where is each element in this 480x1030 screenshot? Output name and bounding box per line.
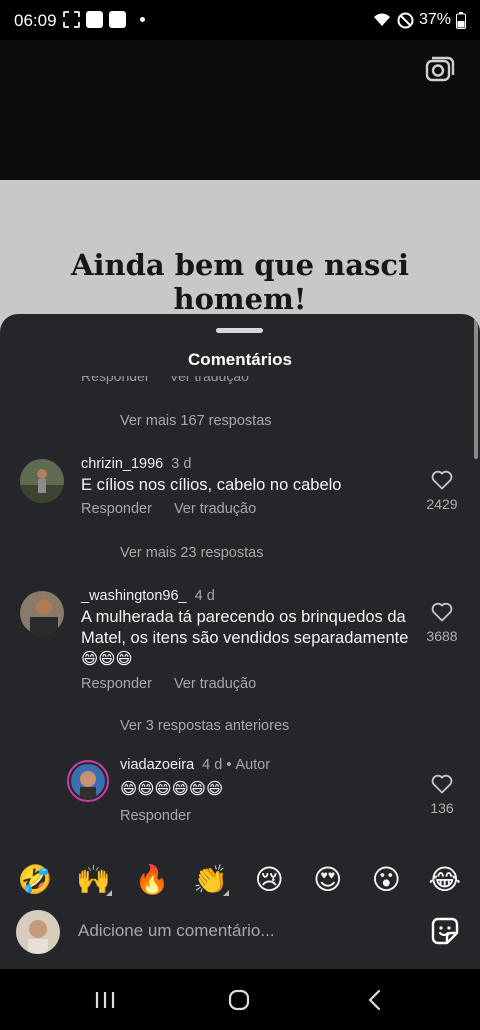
comment-age: 3 d — [171, 456, 192, 472]
reply-button[interactable]: Responder — [81, 376, 150, 384]
system-navigation-bar — [0, 969, 480, 1030]
reaction-heart-eyes-icon[interactable]: 😍 — [308, 863, 348, 896]
avatar[interactable] — [20, 459, 64, 503]
more-notifications-dot-icon — [140, 17, 145, 22]
translate-button[interactable]: Ver tradução — [174, 501, 256, 517]
reply-button[interactable]: Responder — [81, 501, 152, 517]
comment-text: 😄😄😄😄😄😄 — [120, 780, 224, 798]
comment-actions: Responder — [120, 808, 191, 824]
quick-reactions-bar: 🤣 🙌 🔥 👏 😢 😍 😮 😂 — [0, 854, 480, 904]
view-previous-replies-button[interactable]: Ver 3 respostas anteriores — [120, 718, 289, 734]
status-bar: 06:09 37% — [0, 0, 480, 40]
username-text[interactable]: _washington96_ — [81, 588, 187, 604]
translate-button[interactable]: Ver tradução — [170, 376, 249, 384]
view-more-replies-button[interactable]: Ver mais 23 respostas — [120, 545, 263, 561]
notification-icons — [63, 11, 145, 28]
reaction-surprised-icon[interactable]: 😮 — [366, 863, 406, 896]
skin-tone-indicator-icon — [222, 889, 229, 896]
separator-dot: • — [226, 757, 232, 773]
screenshot-icon — [63, 11, 80, 28]
username-text[interactable]: chrizin_1996 — [81, 456, 163, 472]
comment-username[interactable]: viadazoeira 4 d • Autor — [120, 757, 270, 773]
comment-input[interactable]: Adicione um comentário... — [78, 921, 275, 941]
do-not-disturb-icon — [397, 12, 414, 28]
battery-icon — [456, 11, 466, 29]
reaction-fire-icon[interactable]: 🔥 — [132, 863, 172, 896]
username-text[interactable]: viadazoeira — [120, 757, 194, 773]
sheet-title: Comentários — [188, 350, 292, 369]
comments-list: Responder Ver tradução Ver mais 167 resp… — [0, 376, 480, 854]
comments-sheet: Comentários Responder Ver tradução Ver m… — [0, 314, 480, 969]
like-button[interactable]: 2429 — [422, 470, 462, 512]
sheet-drag-handle[interactable] — [216, 328, 263, 333]
previous-comment-actions: Responder Ver tradução — [81, 376, 249, 384]
comment-username[interactable]: _washington96_ 4 d — [81, 588, 215, 604]
reaction-tears-of-joy-icon[interactable]: 😂 — [425, 863, 465, 896]
comment-text: E cílios nos cílios, cabelo no cabelo — [81, 476, 342, 494]
reaction-rolling-laughing-icon[interactable]: 🤣 — [15, 863, 55, 896]
reply-button[interactable]: Responder — [81, 676, 152, 692]
view-more-replies-button[interactable]: Ver mais 167 respostas — [120, 413, 272, 429]
like-button[interactable]: 136 — [422, 774, 462, 816]
sticker-icon[interactable] — [430, 916, 460, 946]
comment-actions: Responder Ver tradução — [81, 501, 256, 517]
comment-age: 4 d — [202, 757, 223, 773]
comment-username[interactable]: chrizin_1996 3 d — [81, 456, 191, 472]
heart-icon[interactable] — [431, 470, 453, 490]
status-right: 37% — [372, 11, 466, 29]
wifi-icon — [373, 13, 390, 26]
home-button[interactable] — [224, 985, 254, 1015]
my-avatar — [16, 910, 60, 954]
like-count: 136 — [430, 800, 454, 816]
battery-percent: 37% — [418, 11, 451, 28]
reaction-crying-icon[interactable]: 😢 — [249, 863, 289, 896]
comment-text: A mulherada tá parecendo os brinquedos d… — [81, 608, 409, 668]
back-button[interactable] — [360, 985, 390, 1015]
recent-apps-icon — [95, 992, 115, 1008]
reaction-clapping-hands-icon[interactable]: 👏 — [191, 863, 231, 896]
heart-icon[interactable] — [431, 602, 453, 622]
app-notification-icon — [109, 11, 126, 28]
meme-caption: Ainda bem que nasci homem! — [70, 248, 410, 316]
camera-icon[interactable] — [424, 54, 456, 86]
skin-tone-indicator-icon — [105, 889, 112, 896]
reaction-raised-hands-icon[interactable]: 🙌 — [74, 863, 114, 896]
author-badge: Autor — [235, 757, 271, 773]
comment-age: 4 d — [194, 588, 215, 604]
comment-actions: Responder Ver tradução — [81, 676, 256, 692]
app-notification-icon — [86, 11, 103, 28]
reply-button[interactable]: Responder — [120, 808, 191, 824]
back-chevron-icon — [368, 989, 381, 1011]
like-count: 3688 — [426, 628, 458, 644]
translate-button[interactable]: Ver tradução — [174, 676, 256, 692]
home-icon — [228, 989, 250, 1011]
heart-icon[interactable] — [431, 774, 453, 794]
status-time: 06:09 — [14, 11, 57, 30]
avatar[interactable] — [20, 591, 64, 635]
video-player[interactable] — [0, 40, 480, 180]
like-count: 2429 — [426, 496, 458, 512]
like-button[interactable]: 3688 — [422, 602, 462, 644]
avatar[interactable] — [67, 760, 109, 802]
recent-apps-button[interactable] — [90, 985, 120, 1015]
comment-input-bar: Adicione um comentário... — [0, 904, 480, 969]
